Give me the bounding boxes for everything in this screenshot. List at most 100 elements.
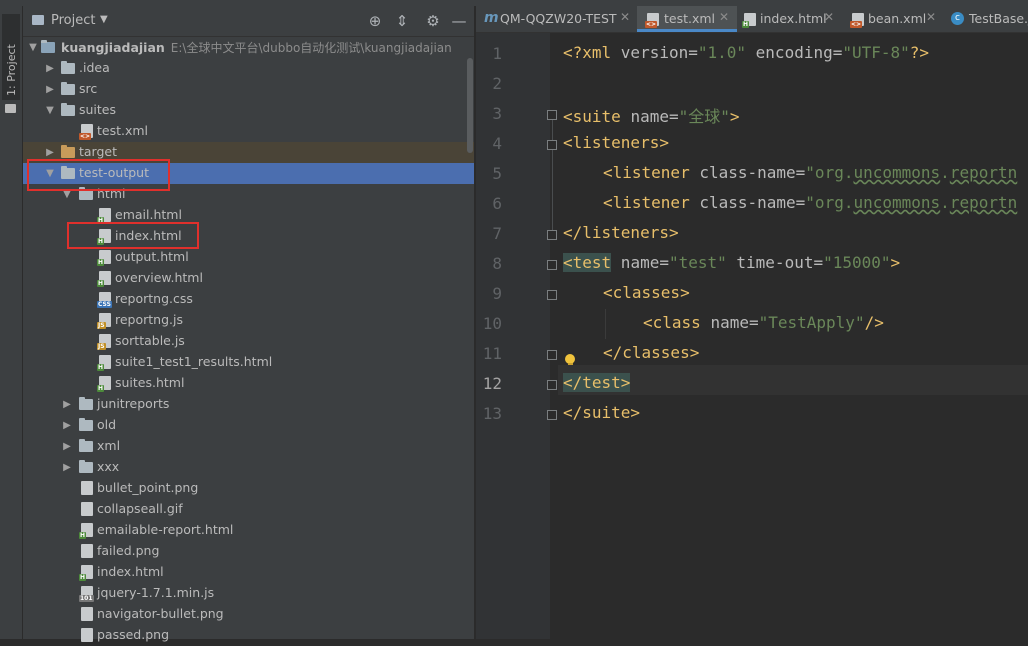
tree-item-label: navigator-bullet.png — [97, 606, 224, 621]
tree-item-index-html-root[interactable]: H index.html — [23, 562, 474, 583]
code-line-4: <listeners> — [563, 133, 669, 152]
tree-item-passed-png[interactable]: passed.png — [23, 625, 474, 646]
html-file-icon: H — [97, 355, 111, 371]
code-editor[interactable]: <?xml version="1.0" encoding="UTF-8"?> <… — [558, 33, 1028, 639]
tree-item-bullet-point-png[interactable]: bullet_point.png — [23, 478, 474, 499]
fold-marker-icon[interactable] — [547, 290, 557, 300]
collapsed-arrow-icon[interactable]: ▶ — [44, 79, 56, 100]
line-number: 5 — [492, 164, 502, 183]
editor-tabs: m QM-QQZW20-TEST ✕ <> test.xml ✕ H index… — [476, 6, 1028, 33]
tool-window-strip: 1: Project — [0, 6, 23, 639]
tree-item-xxx[interactable]: ▶ xxx — [23, 457, 474, 478]
tab-index-html[interactable]: H index.html ✕ — [738, 6, 843, 32]
module-path: E:\全球中文平台\dubbo自动化测试\kuangjiadajian — [170, 41, 452, 55]
image-file-icon — [81, 607, 93, 621]
folder-icon — [5, 104, 16, 113]
chevron-down-icon[interactable]: ▼ — [100, 14, 108, 25]
indent-guide — [605, 309, 606, 339]
tree-item-suites[interactable]: ▼ suites — [23, 100, 474, 121]
tree-item-emailable-report-html[interactable]: H emailable-report.html — [23, 520, 474, 541]
collapsed-arrow-icon[interactable]: ▶ — [44, 58, 56, 79]
tab-label: TestBase.j — [969, 11, 1028, 26]
tree-item-xml[interactable]: ▶ xml — [23, 436, 474, 457]
tree-item-navigator-bullet-png[interactable]: navigator-bullet.png — [23, 604, 474, 625]
line-number-gutter: 1 2 3 4 5 6 7 8 9 10 11 12 13 — [476, 33, 550, 639]
folder-icon — [61, 82, 75, 95]
close-icon[interactable]: ✕ — [719, 10, 729, 24]
tree-item-label: collapseall.gif — [97, 501, 183, 516]
tree-item-src[interactable]: ▶ src — [23, 79, 474, 100]
project-tool-tab-label: 1: Project — [5, 44, 18, 96]
code-line-8: <test name="test" time-out="15000"> — [563, 253, 901, 272]
folder-icon — [79, 418, 93, 431]
html-file-icon: H — [742, 13, 756, 28]
close-icon[interactable]: ✕ — [620, 10, 630, 24]
tree-scrollbar[interactable] — [467, 58, 473, 153]
collapsed-arrow-icon[interactable]: ▶ — [61, 457, 73, 478]
tree-item-reportng-css[interactable]: CSS reportng.css — [23, 289, 474, 310]
highlight-box-index-html — [67, 222, 199, 249]
tree-item-label: sorttable.js — [115, 333, 185, 348]
tree-item-idea[interactable]: ▶ .idea — [23, 58, 474, 79]
tree-item-old[interactable]: ▶ old — [23, 415, 474, 436]
tree-item-label: index.html — [97, 564, 164, 579]
close-icon[interactable]: ✕ — [926, 10, 936, 24]
tree-item-test-xml[interactable]: <> test.xml — [23, 121, 474, 142]
tab-bean-xml[interactable]: <> bean.xml ✕ — [844, 6, 944, 32]
tab-qm-qqzw20-test[interactable]: m QM-QQZW20-TEST ✕ — [476, 6, 636, 32]
project-panel-header: Project ▼ ⊕ ⇕ ⚙ — — [23, 6, 474, 37]
collapsed-arrow-icon[interactable]: ▶ — [61, 415, 73, 436]
xml-file-icon: <> — [850, 13, 864, 28]
code-line-5: <listener class-name="org.uncommons.repo… — [603, 163, 1018, 182]
collapse-all-icon[interactable]: ⇕ — [392, 11, 412, 31]
xml-file-icon: <> — [645, 13, 659, 28]
fold-marker-icon[interactable] — [547, 110, 557, 120]
tree-item-reportng-js[interactable]: JS reportng.js — [23, 310, 474, 331]
collapsed-arrow-icon[interactable]: ▶ — [61, 436, 73, 457]
tree-item-label: target — [79, 144, 118, 159]
tree-item-kuangjiadajian[interactable]: ▼ kuangjiadajian E:\全球中文平台\dubbo自动化测试\kua… — [23, 37, 474, 58]
tree-item-label: reportng.css — [115, 291, 193, 306]
fold-marker-icon[interactable] — [547, 230, 557, 240]
fold-marker-icon[interactable] — [547, 380, 557, 390]
folder-icon — [79, 397, 93, 410]
fold-marker-icon[interactable] — [547, 260, 557, 270]
gear-icon[interactable]: ⚙ — [423, 11, 443, 31]
code-line-3: <suite name="全球"> — [563, 107, 740, 126]
close-icon[interactable]: ✕ — [824, 10, 834, 24]
tree-item-collapseall-gif[interactable]: collapseall.gif — [23, 499, 474, 520]
minimize-icon[interactable]: — — [449, 11, 469, 31]
class-icon: c — [951, 12, 964, 25]
expanded-arrow-icon[interactable]: ▼ — [44, 100, 56, 121]
project-panel: Project ▼ ⊕ ⇕ ⚙ — ▼ kuangjiadajian E:\全球中… — [23, 6, 474, 642]
tree-item-label: suites — [79, 102, 117, 117]
tree-item-label: suite1_test1_results.html — [115, 354, 273, 369]
collapsed-arrow-icon[interactable]: ▶ — [61, 394, 73, 415]
folder-icon — [79, 439, 93, 452]
tree-item-junitreports[interactable]: ▶ junitreports — [23, 394, 474, 415]
tree-item-sorttable-js[interactable]: JS sorttable.js — [23, 331, 474, 352]
code-line-13: </suite> — [563, 403, 641, 422]
tab-label: bean.xml — [868, 11, 927, 26]
tree-item-failed-png[interactable]: failed.png — [23, 541, 474, 562]
project-tool-tab[interactable]: 1: Project — [2, 14, 20, 100]
project-view-selector[interactable]: Project — [51, 13, 95, 28]
fold-marker-icon[interactable] — [547, 410, 557, 420]
tree-item-suite1-results-html[interactable]: H suite1_test1_results.html — [23, 352, 474, 373]
fold-marker-icon[interactable] — [547, 140, 557, 150]
tree-item-jquery-js[interactable]: 101 jquery-1.7.1.min.js — [23, 583, 474, 604]
tab-label: QM-QQZW20-TEST — [500, 11, 617, 26]
expanded-arrow-icon[interactable]: ▼ — [27, 37, 39, 58]
tree-item-output-html[interactable]: H output.html — [23, 247, 474, 268]
fold-marker-icon[interactable] — [547, 350, 557, 360]
tree-item-suites-html[interactable]: H suites.html — [23, 373, 474, 394]
locate-icon[interactable]: ⊕ — [365, 11, 385, 31]
tab-test-xml[interactable]: <> test.xml ✕ — [637, 6, 737, 32]
tab-testbase[interactable]: c TestBase.j — [945, 6, 1028, 32]
line-number: 3 — [492, 104, 502, 123]
tree-item-label: output.html — [115, 249, 189, 264]
tree-item-label: test.xml — [97, 123, 149, 138]
folder-icon — [61, 61, 75, 74]
tree-item-label: xxx — [97, 459, 120, 474]
tree-item-overview-html[interactable]: H overview.html — [23, 268, 474, 289]
